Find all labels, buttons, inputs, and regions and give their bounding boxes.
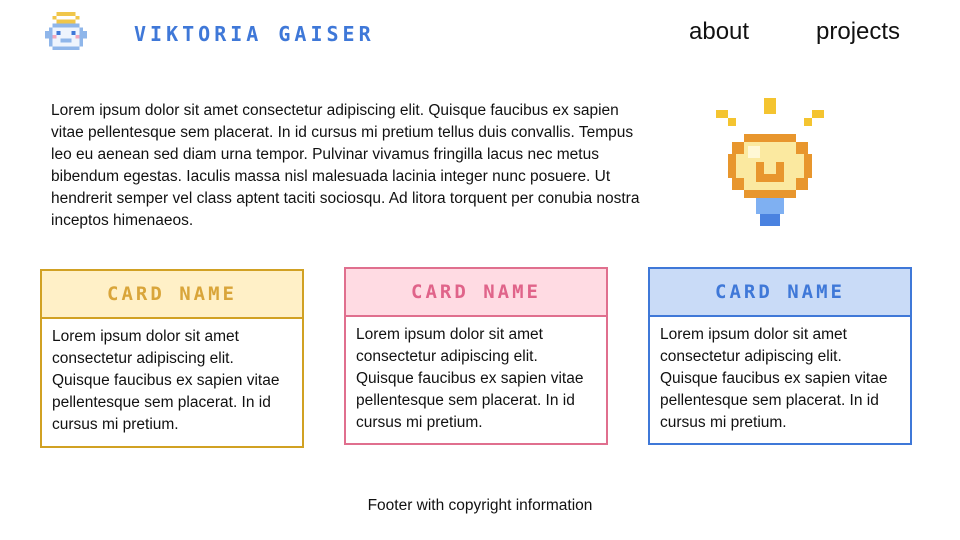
card-title: CARD NAME xyxy=(42,271,302,319)
angel-face-pixel-icon[interactable] xyxy=(44,12,88,54)
card-body: Lorem ipsum dolor sit amet consectetur a… xyxy=(52,328,280,433)
card-title: CARD NAME xyxy=(650,269,910,317)
footer-text: Footer with copyright information xyxy=(367,497,593,514)
card-body: Lorem ipsum dolor sit amet consectetur a… xyxy=(660,326,888,431)
card-title: CARD NAME xyxy=(346,269,606,317)
intro-paragraph: Lorem ipsum dolor sit amet consectetur a… xyxy=(51,102,640,229)
card-1[interactable]: CARD NAME Lorem ipsum dolor sit amet con… xyxy=(40,269,304,448)
nav-about-link[interactable]: about xyxy=(689,18,749,46)
card-2[interactable]: CARD NAME Lorem ipsum dolor sit amet con… xyxy=(344,267,608,445)
nav-projects-link[interactable]: projects xyxy=(816,18,900,46)
site-title[interactable]: VIKTORIA GAISER xyxy=(134,22,375,46)
lightbulb-pixel-icon xyxy=(716,98,824,226)
card-body: Lorem ipsum dolor sit amet consectetur a… xyxy=(356,326,584,431)
card-3[interactable]: CARD NAME Lorem ipsum dolor sit amet con… xyxy=(648,267,912,445)
